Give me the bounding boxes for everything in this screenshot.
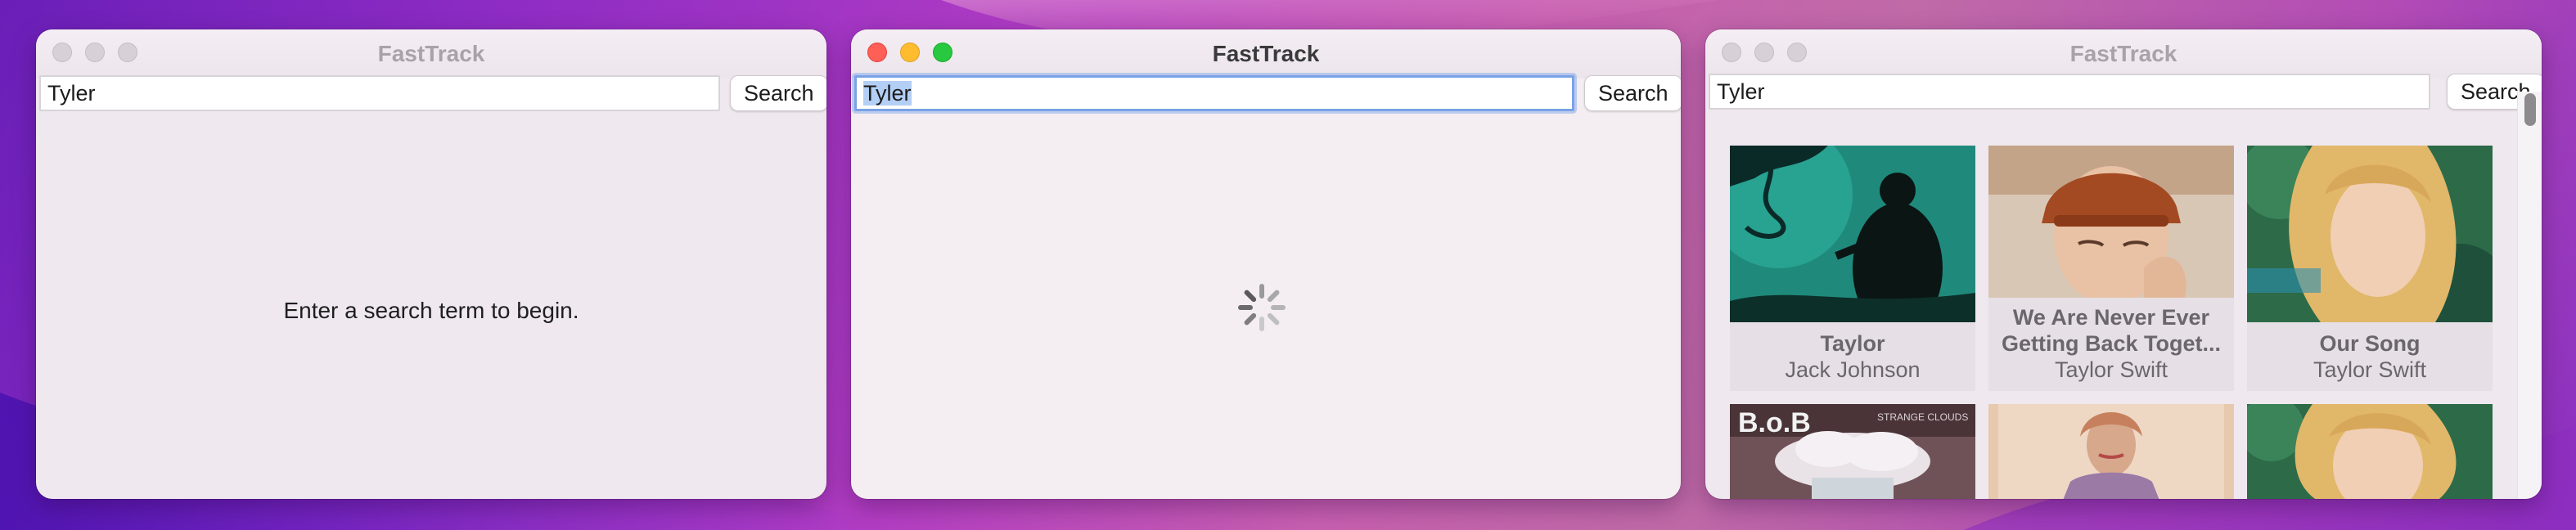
result-card[interactable]: Taylor Jack Johnson xyxy=(1730,146,1975,391)
album-art: B.o.B STRANGE CLOUDS xyxy=(1730,404,1975,499)
search-input[interactable] xyxy=(1709,74,2430,110)
search-button[interactable]: Search xyxy=(1584,75,1681,111)
artist-name: Taylor Swift xyxy=(2313,357,2427,382)
window-idle: FastTrack Search Enter a search term to … xyxy=(36,29,826,499)
artist-name: Taylor Swift xyxy=(2054,357,2168,382)
album-art xyxy=(1988,404,2234,499)
window-loading: FastTrack Tyler Search xyxy=(851,29,1681,499)
window-title: FastTrack xyxy=(2069,41,2177,66)
zoom-button[interactable] xyxy=(118,43,137,62)
track-title: Our Song xyxy=(2319,331,2421,356)
minimize-button[interactable] xyxy=(1754,43,1774,62)
traffic-lights xyxy=(1722,43,1807,62)
close-button[interactable] xyxy=(1722,43,1741,62)
close-button[interactable] xyxy=(867,43,887,62)
traffic-lights xyxy=(52,43,137,62)
vertical-scrollbar[interactable] xyxy=(2517,92,2542,499)
window-results: FastTrack Search Taylor Jack Johnson xyxy=(1705,29,2542,499)
search-bar: Tyler Search xyxy=(851,75,1681,111)
search-bar: Search xyxy=(36,75,826,111)
album-art xyxy=(2247,404,2493,499)
track-title: Taylor xyxy=(1820,331,1885,356)
search-input[interactable]: Tyler xyxy=(854,75,1574,111)
artist-name: Jack Johnson xyxy=(1785,357,1921,382)
traffic-lights xyxy=(867,43,952,62)
result-card[interactable]: Our Song Taylor Swift xyxy=(2247,146,2493,391)
empty-state-message: Enter a search term to begin. xyxy=(283,298,579,323)
album-art xyxy=(2247,146,2493,322)
result-card[interactable]: B.o.B STRANGE CLOUDS xyxy=(1730,404,1975,499)
window-title: FastTrack xyxy=(1212,41,1320,66)
zoom-button[interactable] xyxy=(933,43,952,62)
album-art-sublettering: STRANGE CLOUDS xyxy=(1877,411,1968,423)
search-bar: Search xyxy=(1705,74,2542,110)
loading-spinner-icon xyxy=(1238,284,1286,331)
minimize-button[interactable] xyxy=(85,43,105,62)
titlebar[interactable]: FastTrack xyxy=(851,29,1681,79)
result-card[interactable] xyxy=(1988,404,2234,499)
selected-text: Tyler xyxy=(863,81,912,106)
album-art xyxy=(1730,146,1975,322)
track-title: We Are Never Ever Getting Back Toget... xyxy=(2001,305,2222,356)
result-card[interactable] xyxy=(2247,404,2493,499)
window-title: FastTrack xyxy=(377,41,485,66)
album-art-lettering: B.o.B xyxy=(1738,407,1811,438)
search-input[interactable] xyxy=(39,75,720,111)
titlebar[interactable]: FastTrack xyxy=(1705,29,2542,79)
close-button[interactable] xyxy=(52,43,72,62)
scrollbar-thumb[interactable] xyxy=(2524,93,2536,126)
titlebar[interactable]: FastTrack xyxy=(36,29,826,79)
result-card[interactable]: We Are Never Ever Getting Back Toget... … xyxy=(1988,146,2234,391)
zoom-button[interactable] xyxy=(1787,43,1807,62)
search-button[interactable]: Search xyxy=(730,75,826,111)
minimize-button[interactable] xyxy=(900,43,920,62)
album-art xyxy=(1988,146,2234,298)
